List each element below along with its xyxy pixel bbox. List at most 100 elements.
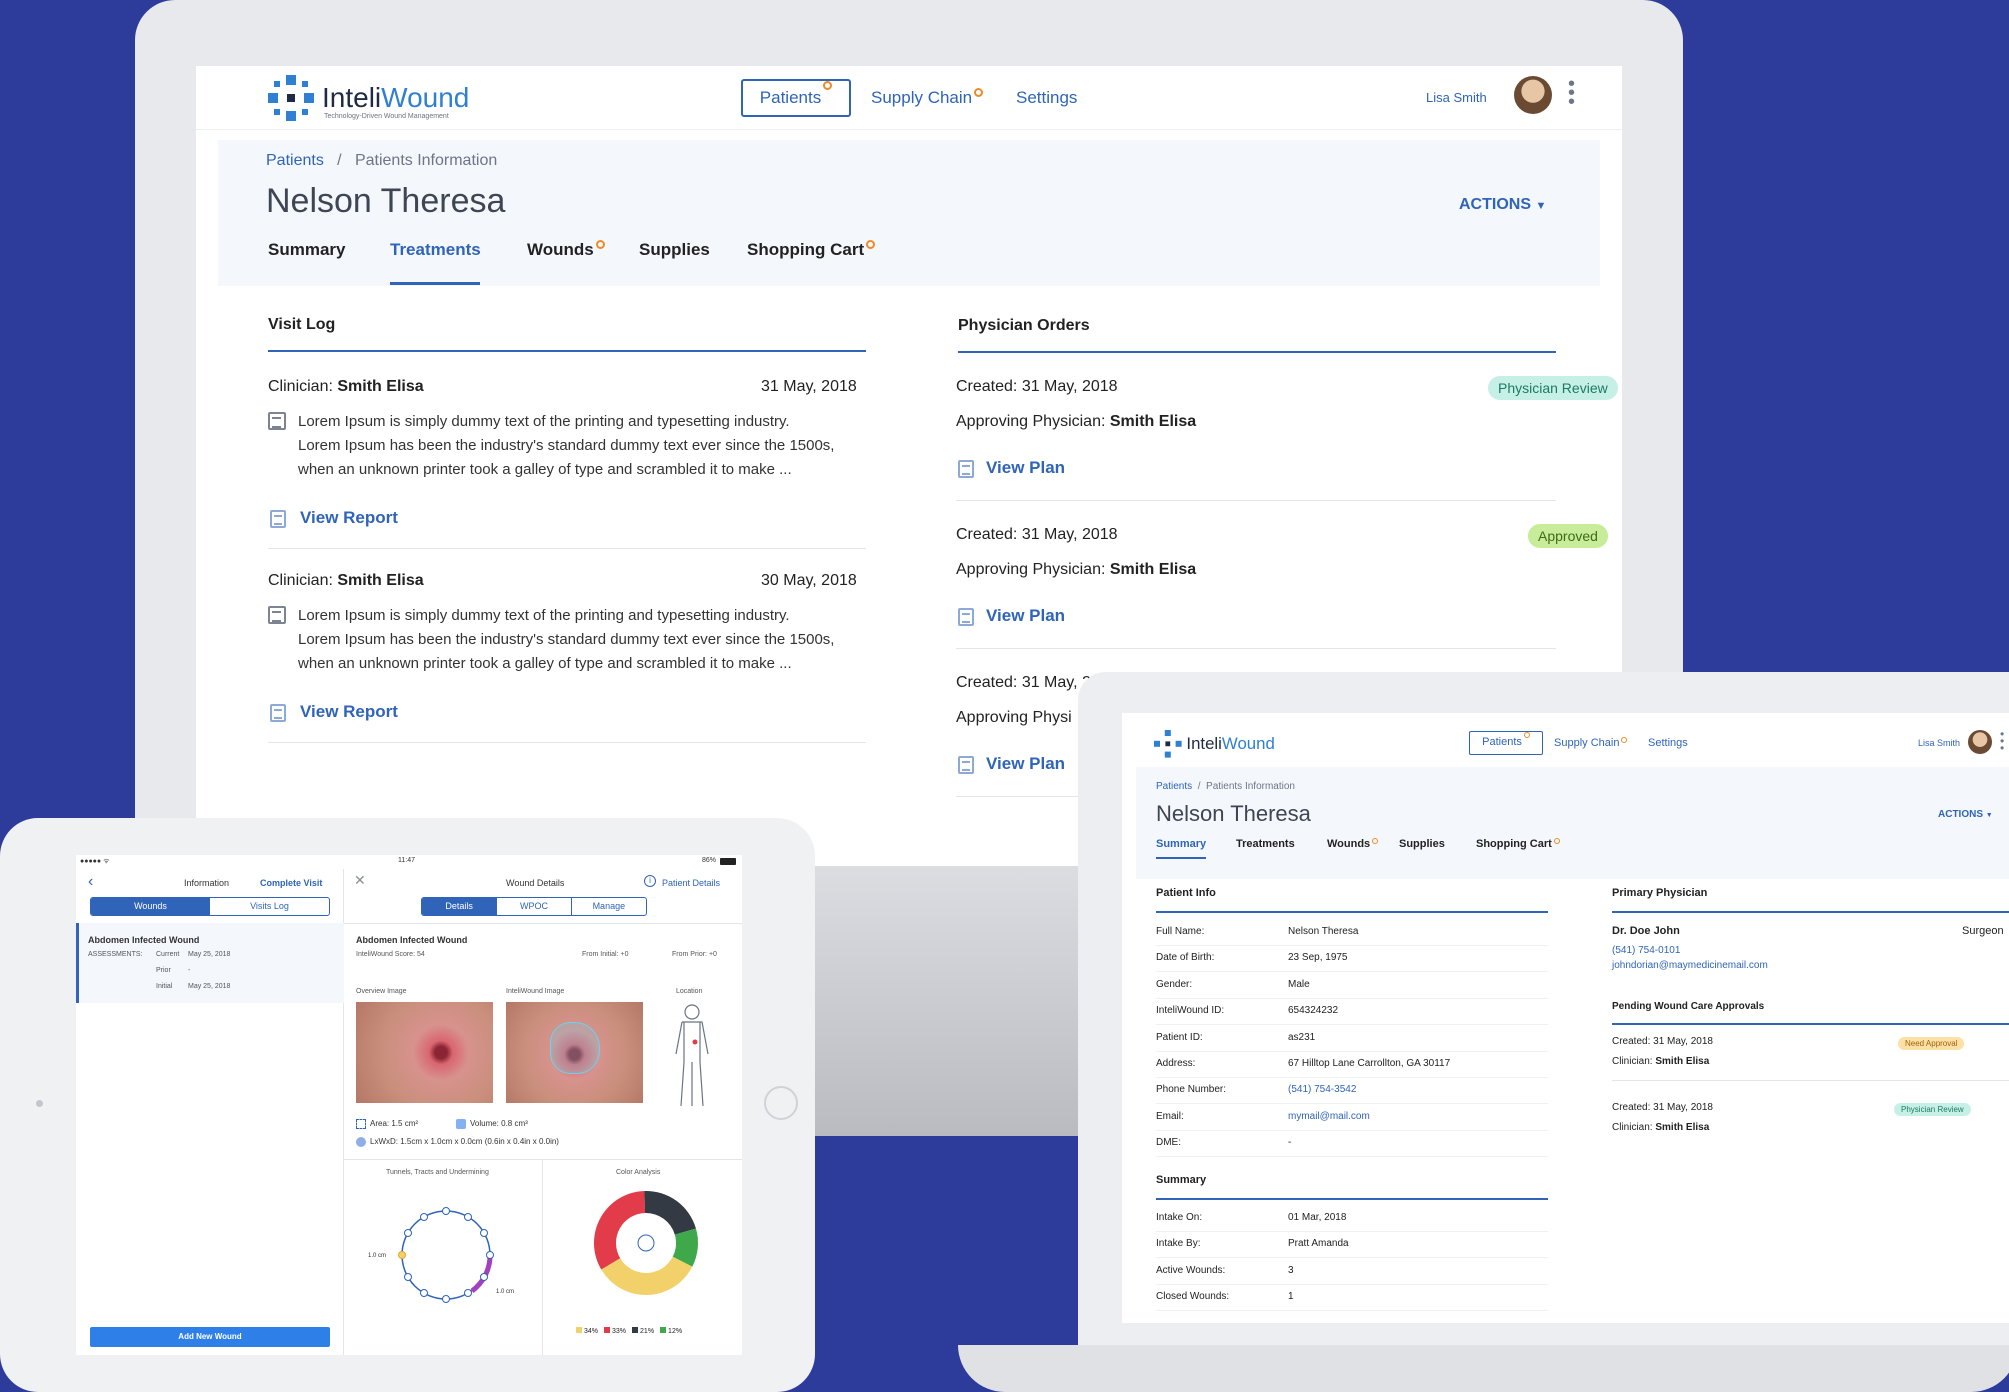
brand-logo[interactable]: InteliWound <box>1154 730 1275 758</box>
nav-supply-chain[interactable]: Supply Chain <box>871 88 984 108</box>
nav-patients[interactable]: Patients <box>1469 731 1543 755</box>
overview-image-label: Overview Image <box>356 988 407 995</box>
legend-swatch <box>632 1327 639 1333</box>
field-value[interactable]: (541) 754-3542 <box>1288 1084 1356 1095</box>
view-plan-link[interactable]: View Plan <box>986 606 1065 626</box>
detail-wound-name: Abdomen Infected Wound <box>356 935 468 945</box>
doctor-phone[interactable]: (541) 754-0101 <box>1612 945 1680 956</box>
color-legend: 34% 33% 21% 12% <box>576 1327 682 1335</box>
assess-initial-label: Initial <box>156 983 173 990</box>
info-icon[interactable] <box>637 1234 655 1252</box>
field-value: as231 <box>1288 1031 1316 1043</box>
view-report-link[interactable]: View Report <box>300 508 398 528</box>
notification-dot <box>595 240 605 249</box>
doctor-email[interactable]: johndorian@maymedicinemail.com <box>1612 960 1768 971</box>
color-analysis-donut <box>594 1191 698 1295</box>
row-divider <box>1156 1310 1548 1312</box>
patient-details-link[interactable]: Patient Details <box>662 878 720 888</box>
tab-shopping-cart[interactable]: Shopping Cart <box>747 240 876 260</box>
home-button[interactable] <box>764 1086 798 1120</box>
view-plan-link[interactable]: View Plan <box>986 754 1065 774</box>
visit-notes: Lorem Ipsum is simply dummy text of the … <box>298 607 835 672</box>
inteliwound-image[interactable] <box>506 1002 643 1103</box>
brand-logo[interactable]: InteliWound Technology-Driven Wound Mana… <box>268 75 469 121</box>
wound-area: Area: 1.5 cm² <box>370 1119 419 1128</box>
seg-wounds[interactable]: Wounds <box>91 898 210 915</box>
legend-label: 33% <box>612 1328 627 1335</box>
view-report-link[interactable]: View Report <box>300 702 398 722</box>
tab-summary[interactable]: Summary <box>268 240 345 260</box>
plan-icon <box>958 608 974 626</box>
field-label: Patient ID: <box>1156 1031 1203 1043</box>
pending-approvals-title: Pending Wound Care Approvals <box>1612 1001 1765 1012</box>
visit-clinician: Clinician: Smith Elisa <box>268 572 424 589</box>
breadcrumb-patients[interactable]: Patients <box>266 152 324 169</box>
complete-visit-button[interactable]: Complete Visit <box>260 878 322 888</box>
tab-supplies[interactable]: Supplies <box>639 240 710 260</box>
active-tab-underline <box>390 282 480 285</box>
legend-label: 12% <box>668 1328 683 1335</box>
status-time: 11:47 <box>398 857 415 864</box>
seg-details[interactable]: Details <box>422 898 497 915</box>
body-location-icon <box>675 1004 709 1107</box>
legend-item: 33% <box>604 1327 626 1335</box>
visit-log-title: Visit Log <box>268 316 336 333</box>
donut-slice <box>601 1256 693 1295</box>
back-chevron-icon[interactable]: ‹ <box>88 873 93 891</box>
more-vertical-icon[interactable]: • • • <box>1568 74 1575 112</box>
tab-summary[interactable]: Summary <box>1156 838 1206 850</box>
wound-outline <box>550 1022 600 1074</box>
row-divider <box>1156 945 1548 946</box>
field-value: Male <box>1288 978 1310 990</box>
brand-tagline: Technology-Driven Wound Management <box>324 113 449 120</box>
actions-menu[interactable]: ACTIONS ▼ <box>1459 196 1546 214</box>
add-wound-button[interactable]: Add New Wound <box>90 1327 330 1347</box>
tab-wounds[interactable]: Wounds <box>527 240 605 260</box>
view-plan-link[interactable]: View Plan <box>986 458 1065 478</box>
seg-visits-log[interactable]: Visits Log <box>210 898 329 915</box>
pending-clinician: Clinician: Smith Elisa <box>1612 1122 1710 1133</box>
tab-supplies[interactable]: Supplies <box>1399 838 1445 850</box>
close-icon[interactable]: ✕ <box>354 872 366 889</box>
field-label: Full Name: <box>1156 926 1205 937</box>
nav-settings[interactable]: Settings <box>1016 88 1077 108</box>
tab-wounds[interactable]: Wounds <box>1327 838 1379 850</box>
more-vertical-icon[interactable]: • • • <box>2000 728 2004 754</box>
assessments-label: ASSESSMENTS: <box>88 951 143 958</box>
notification-dot <box>1621 737 1628 743</box>
nav-patients[interactable]: Patients <box>741 79 851 117</box>
pending-clinician: Clinician: Smith Elisa <box>1612 1056 1710 1067</box>
breadcrumb-patients[interactable]: Patients <box>1156 781 1192 792</box>
field-label: Gender: <box>1156 978 1193 990</box>
order-created: Created: 31 May, 2 <box>956 674 1091 691</box>
top-nav: InteliWound Technology-Driven Wound Mana… <box>196 66 1622 130</box>
tab-shopping-cart[interactable]: Shopping Cart <box>1476 838 1560 850</box>
user-name[interactable]: Lisa Smith <box>1918 738 1960 748</box>
laptop-screen: InteliWound Patients Supply Chain Settin… <box>1122 713 2009 1323</box>
left-segment: Wounds Visits Log <box>90 897 330 916</box>
logo-mark-icon <box>268 75 314 121</box>
user-name[interactable]: Lisa Smith <box>1426 90 1487 105</box>
field-value[interactable]: mymail@mail.com <box>1288 1111 1370 1122</box>
divider <box>344 923 742 924</box>
volume-icon <box>456 1119 466 1129</box>
nav-supply-chain[interactable]: Supply Chain <box>1554 737 1628 749</box>
wound-name: Abdomen Infected Wound <box>88 935 200 945</box>
patient-name: Nelson Theresa <box>266 182 506 220</box>
seg-wpoc[interactable]: WPOC <box>496 898 570 915</box>
overview-wound-image[interactable] <box>356 1002 493 1103</box>
user-avatar[interactable] <box>1514 76 1552 114</box>
pending-created: Created: 31 May, 2018 <box>1612 1102 1713 1113</box>
patient-info-title: Patient Info <box>1156 887 1216 899</box>
tab-treatments[interactable]: Treatments <box>1236 838 1295 850</box>
summary-title: Summary <box>1156 1174 1207 1186</box>
order-created: Created: 31 May, 2018 <box>956 526 1118 543</box>
caret-down-icon: ▼ <box>1985 812 1993 819</box>
user-avatar[interactable] <box>1968 730 1992 754</box>
status-badge: Need Approval <box>1898 1037 1965 1050</box>
seg-manage[interactable]: Manage <box>570 898 646 915</box>
actions-menu[interactable]: ACTIONS ▼ <box>1938 809 1993 820</box>
nav-settings[interactable]: Settings <box>1648 737 1688 749</box>
legend-label: 34% <box>584 1328 599 1335</box>
tab-treatments[interactable]: Treatments <box>390 240 481 260</box>
